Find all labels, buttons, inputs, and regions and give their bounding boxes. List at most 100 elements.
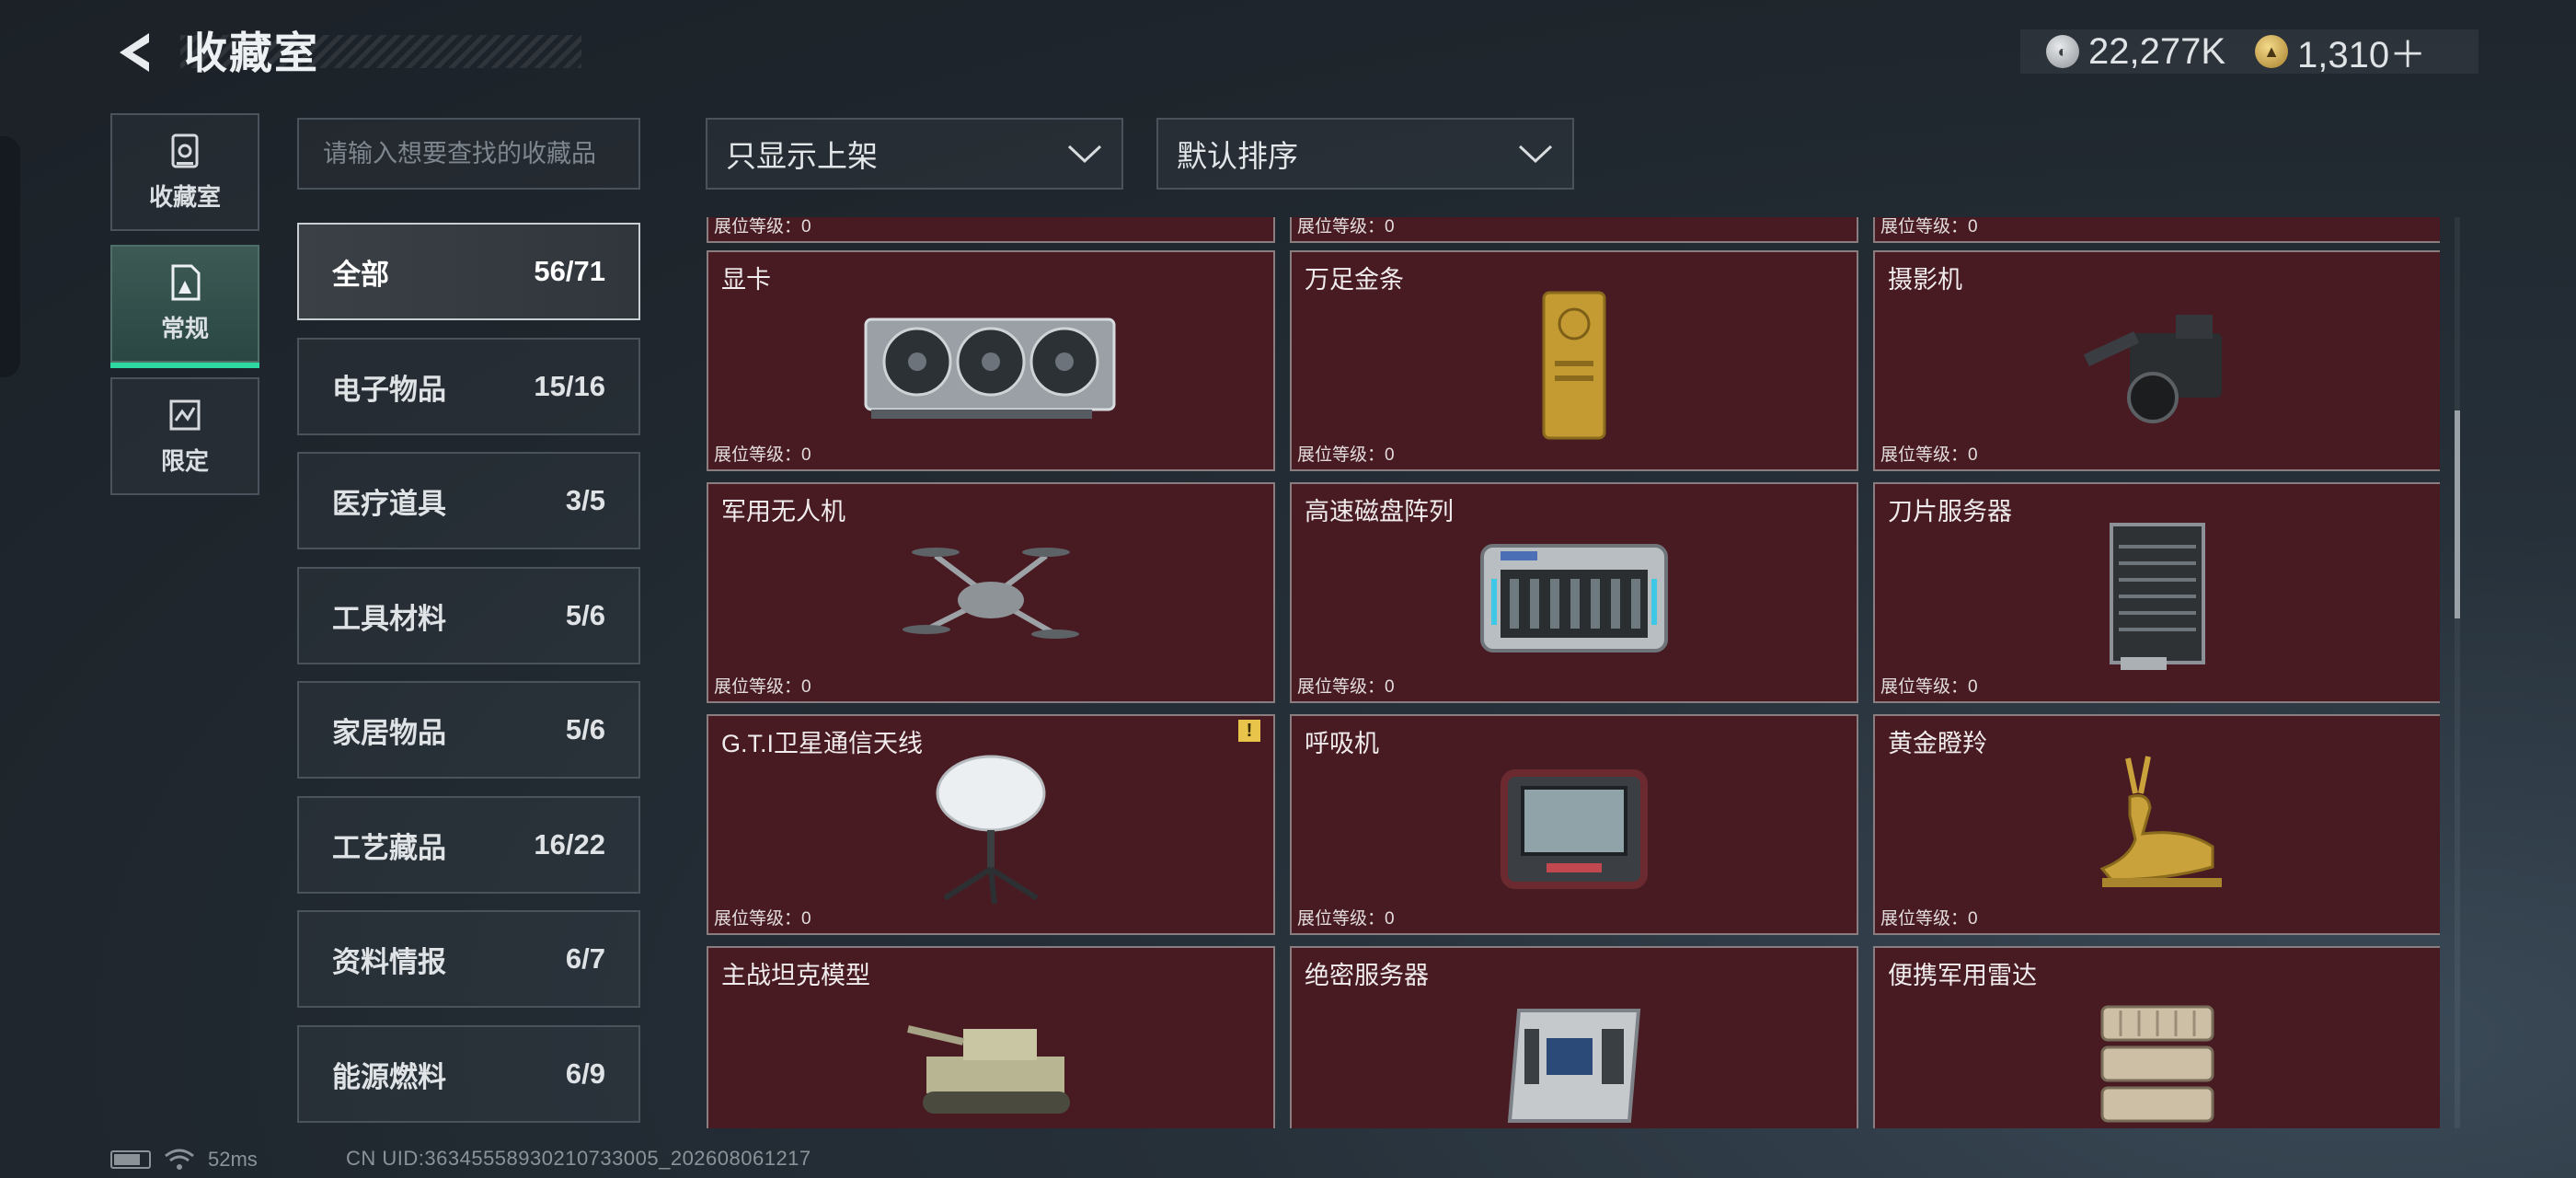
- category-count: 3/5: [565, 484, 605, 516]
- category-count: 56/71: [534, 255, 605, 287]
- booth-level: 展位等级：0: [1880, 217, 1978, 237]
- regular-icon: [167, 264, 203, 301]
- card-gold-bar[interactable]: 万足金条 展位等级：0: [1290, 250, 1858, 471]
- limited-icon: [167, 397, 203, 433]
- booth-level: 展位等级：0: [1880, 445, 1978, 465]
- category-tools[interactable]: 工具材料 5/6: [297, 567, 640, 664]
- nav-vault[interactable]: 收藏室: [110, 113, 259, 231]
- item-name: 黄金瞪羚: [1888, 730, 1987, 757]
- card-graphics-card[interactable]: 显卡 展位等级：0: [707, 250, 1275, 471]
- category-intel[interactable]: 资料情报 6/7: [297, 910, 640, 1008]
- collection-card[interactable]: 展位等级：0: [1290, 217, 1858, 243]
- grid-scrollbar-thumb[interactable]: [2455, 410, 2460, 618]
- booth-level: 展位等级：0: [1297, 445, 1395, 465]
- category-crafts[interactable]: 工艺藏品 16/22: [297, 796, 640, 894]
- wifi-icon: [165, 1149, 194, 1170]
- graphics-card-icon: [844, 287, 1138, 444]
- booth-level: 展位等级：0: [714, 909, 811, 929]
- chevron-down-icon: [1518, 144, 1553, 164]
- search-input[interactable]: [297, 118, 640, 190]
- category-energy[interactable]: 能源燃料 6/9: [297, 1025, 640, 1123]
- category-count: 5/6: [565, 713, 605, 745]
- category-name: 医疗道具: [332, 487, 446, 520]
- booth-level: 展位等级：0: [1297, 909, 1395, 929]
- ping-text: 52ms: [208, 1148, 258, 1171]
- item-name: 绝密服务器: [1305, 962, 1429, 989]
- silver-coin-amount: 22,277K: [2088, 30, 2226, 72]
- chevron-down-icon: [1067, 144, 1102, 164]
- nav-regular-label: 常规: [160, 314, 209, 342]
- grid-scrollbar[interactable]: [2455, 217, 2460, 1128]
- category-electronics[interactable]: 电子物品 15/16: [297, 338, 640, 435]
- disk-array-icon: [1427, 519, 1721, 676]
- status-bar: 52ms: [110, 1147, 258, 1172]
- back-arrow-icon[interactable]: [109, 28, 158, 77]
- category-name: 工艺藏品: [332, 831, 446, 864]
- category-name: 全部: [332, 258, 389, 291]
- active-indicator: [110, 363, 259, 368]
- warning-badge: !: [1238, 720, 1260, 742]
- page-title: 收藏室: [184, 29, 319, 77]
- secret-server-icon: [1427, 983, 1721, 1128]
- card-blade-server[interactable]: 刀片服务器 展位等级：0: [1873, 482, 2440, 703]
- uid-text: CN UID:36345558930210733005_202608061217: [346, 1147, 811, 1170]
- category-count: 6/7: [565, 942, 605, 975]
- card-portable-radar[interactable]: 便携军用雷达: [1873, 946, 2440, 1128]
- item-name: 呼吸机: [1305, 730, 1379, 757]
- item-name: 显卡: [721, 266, 771, 294]
- card-military-drone[interactable]: 军用无人机 展位等级：0: [707, 482, 1275, 703]
- currency-bar: ◐ 22,277K ▲ 1,310＋: [2020, 29, 2478, 75]
- category-name: 能源燃料: [332, 1060, 446, 1093]
- card-ventilator[interactable]: 呼吸机 展位等级：0: [1290, 714, 1858, 935]
- collection-grid: 展位等级：0 展位等级：0 展位等级：0 显卡 展位等级：0 万足金条 展位等级…: [705, 217, 2440, 1128]
- silver-coin-icon: ◐: [2046, 35, 2079, 68]
- booth-level: 展位等级：0: [714, 217, 811, 237]
- category-count: 15/16: [534, 370, 605, 402]
- item-name: 刀片服务器: [1888, 498, 2012, 525]
- drone-icon: [844, 519, 1138, 676]
- booth-level: 展位等级：0: [714, 677, 811, 697]
- category-count: 6/9: [565, 1057, 605, 1090]
- card-secret-server[interactable]: 绝密服务器: [1290, 946, 1858, 1128]
- display-filter-value: 只显示上架: [726, 139, 878, 173]
- category-medical[interactable]: 医疗道具 3/5: [297, 452, 640, 549]
- card-satellite-antenna[interactable]: G.T.I卫星通信天线 ! 展位等级：0: [707, 714, 1275, 935]
- category-count: 5/6: [565, 599, 605, 631]
- side-edge-handle: [0, 136, 20, 377]
- collection-card[interactable]: 展位等级：0: [707, 217, 1275, 243]
- card-tank-model[interactable]: 主战坦克模型: [707, 946, 1275, 1128]
- battery-icon: [110, 1150, 151, 1169]
- booth-level: 展位等级：0: [1297, 217, 1395, 237]
- item-name: 军用无人机: [721, 498, 845, 525]
- nav-vault-label: 收藏室: [148, 182, 221, 211]
- booth-level: 展位等级：0: [714, 445, 811, 465]
- collection-card[interactable]: 展位等级：0: [1873, 217, 2440, 243]
- category-household[interactable]: 家居物品 5/6: [297, 681, 640, 779]
- tank-model-icon: [844, 983, 1138, 1128]
- sort-value: 默认排序: [1177, 139, 1298, 173]
- card-video-camera[interactable]: 摄影机 展位等级：0: [1873, 250, 2440, 471]
- booth-level: 展位等级：0: [1880, 909, 1978, 929]
- nav-regular[interactable]: 常规: [110, 245, 259, 368]
- category-name: 电子物品: [332, 373, 446, 406]
- category-all[interactable]: 全部 56/71: [297, 223, 640, 320]
- portable-radar-icon: [2010, 983, 2305, 1128]
- satellite-antenna-icon: [844, 751, 1138, 907]
- item-name: 万足金条: [1305, 266, 1404, 294]
- category-name: 资料情报: [332, 945, 446, 978]
- display-filter-dropdown[interactable]: 只显示上架: [706, 118, 1123, 190]
- vault-icon: [167, 133, 203, 169]
- card-golden-gazelle[interactable]: 黄金瞪羚 展位等级：0: [1873, 714, 2440, 935]
- golden-gazelle-icon: [2010, 751, 2305, 907]
- category-name: 家居物品: [332, 716, 446, 749]
- nav-limited[interactable]: 限定: [110, 377, 259, 495]
- video-camera-icon: [2010, 287, 2305, 444]
- item-name: 摄影机: [1888, 266, 1962, 294]
- blade-server-icon: [2010, 519, 2305, 676]
- card-disk-array[interactable]: 高速磁盘阵列 展位等级：0: [1290, 482, 1858, 703]
- gold-coin-amount[interactable]: 1,310＋: [2297, 25, 2426, 78]
- nav-limited-label: 限定: [160, 446, 209, 475]
- booth-level: 展位等级：0: [1297, 677, 1395, 697]
- category-count: 16/22: [534, 828, 605, 860]
- sort-dropdown[interactable]: 默认排序: [1156, 118, 1574, 190]
